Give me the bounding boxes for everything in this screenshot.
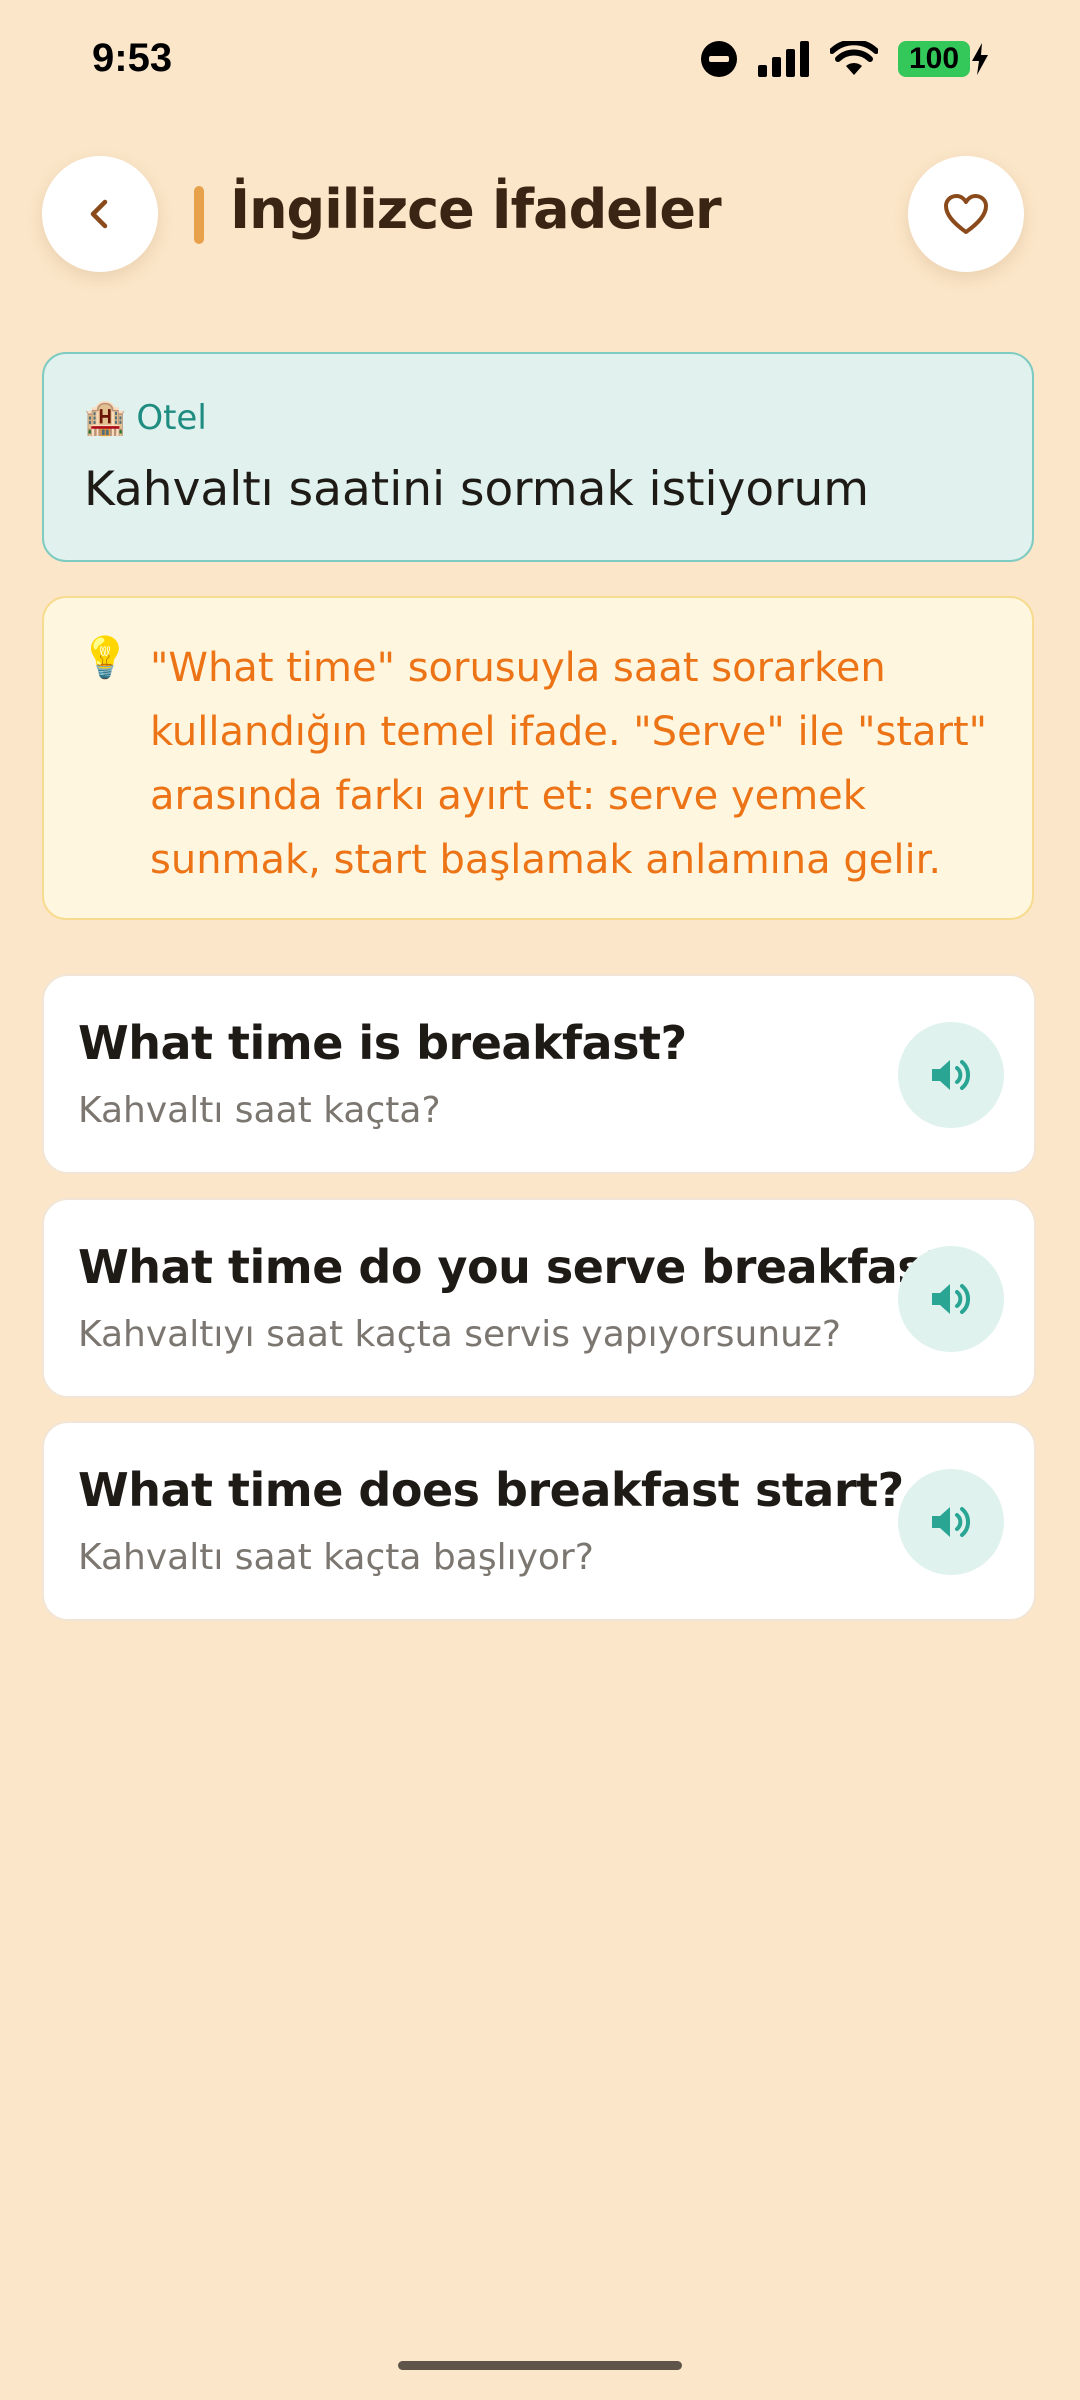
speaker-icon (932, 1284, 970, 1314)
lightbulb-icon: 💡 (80, 635, 130, 681)
page-title: İngilizce İfadeler (230, 178, 722, 241)
topic-title: Kahvaltı saatini sormak istiyorum (84, 462, 870, 517)
title-accent-bar (194, 186, 204, 244)
phrase-turkish: Kahvaltı saat kaçta? (78, 1090, 441, 1131)
charging-bolt-icon (972, 43, 988, 75)
topic-category: 🏨 Otel (84, 398, 207, 438)
hotel-icon: 🏨 (84, 398, 127, 438)
phrase-english: What time does breakfast start? (78, 1463, 904, 1517)
battery-level: 100 (898, 41, 970, 77)
topic-category-label: Otel (136, 398, 207, 438)
do-not-disturb-icon (701, 41, 737, 77)
play-audio-button[interactable] (898, 1469, 1004, 1575)
tip-text: "What time" sorusuyla saat sorarken kull… (150, 645, 988, 883)
play-audio-button[interactable] (898, 1246, 1004, 1352)
home-indicator[interactable] (398, 2361, 682, 2370)
heart-outline-icon (944, 194, 988, 234)
phrase-turkish: Kahvaltıyı saat kaçta servis yapıyorsunu… (78, 1314, 841, 1355)
phrase-card[interactable]: What time do you serve breakfast? Kahval… (42, 1198, 1036, 1398)
favorite-button[interactable] (908, 156, 1024, 272)
signal-icon (758, 41, 809, 77)
phrase-english: What time do you serve breakfast? (78, 1240, 972, 1294)
phrase-turkish: Kahvaltı saat kaçta başlıyor? (78, 1537, 594, 1578)
status-bar: 9:53 100 (0, 0, 1080, 120)
tip-card: 💡 "What time" sorusuyla saat sorarken ku… (42, 596, 1034, 920)
status-time: 9:53 (92, 36, 173, 80)
header: İngilizce İfadeler (42, 156, 1024, 272)
wifi-icon (830, 41, 878, 75)
speaker-icon (932, 1507, 970, 1537)
battery-indicator: 100 (898, 41, 990, 77)
phrase-card[interactable]: What time does breakfast start? Kahvaltı… (42, 1421, 1036, 1621)
chevron-left-icon (90, 199, 108, 229)
phrase-card[interactable]: What time is breakfast? Kahvaltı saat ka… (42, 974, 1036, 1174)
phrase-english: What time is breakfast? (78, 1016, 687, 1070)
speaker-icon (932, 1060, 970, 1090)
play-audio-button[interactable] (898, 1022, 1004, 1128)
back-button[interactable] (42, 156, 158, 272)
topic-card: 🏨 Otel Kahvaltı saatini sormak istiyorum (42, 352, 1034, 562)
status-icons: 100 (700, 40, 990, 78)
